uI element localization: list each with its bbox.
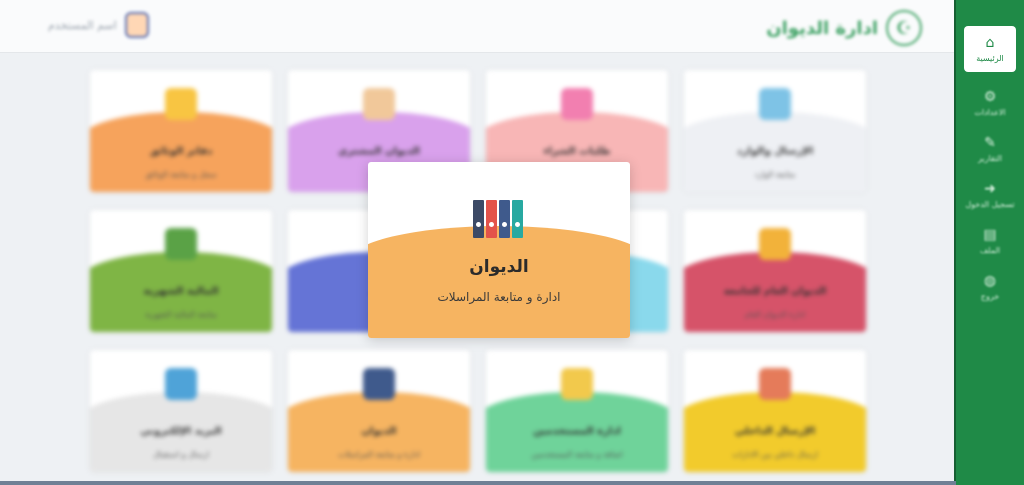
inbox-icon: [165, 368, 197, 400]
tile-subtitle: ادارة الديوان العام: [744, 310, 806, 319]
sidebar-item-settings[interactable]: ⚙ الاعدادات: [964, 80, 1016, 126]
diwan-card-popup[interactable]: الديوان ادارة و متابعة المراسلات: [368, 162, 630, 338]
cart-icon: [561, 88, 593, 120]
card-band: [368, 226, 630, 338]
tile-title: الديوان: [361, 426, 397, 437]
tile-title: الديوان العام للجامعة: [723, 286, 827, 297]
edit-icon: ✎: [984, 134, 996, 151]
bottom-bar: [0, 481, 956, 485]
binder: [512, 200, 523, 238]
clipboard-icon: [561, 368, 593, 400]
login-icon: ➜: [984, 180, 996, 197]
folder-icon: [165, 88, 197, 120]
tile-subtitle: سجل و متابعة الوثائق: [145, 170, 217, 179]
top-bar: ادارة الديوان ☪ اسم المستخدم: [0, 0, 956, 53]
tile-title: الديوان المشتري: [338, 146, 420, 157]
tile-subtitle: ادارة و متابعة المراسلات: [338, 450, 420, 459]
binders-icon: [363, 368, 395, 400]
sidebar: ⌂ الرئيسية ⚙ الاعدادات ✎ التقارير ➜ تسجي…: [954, 0, 1024, 485]
card-subtitle: ادارة و متابعة المراسلات: [437, 290, 561, 304]
tile-users[interactable]: ادارة المستخدمين اضافة و متابعة المستخدم…: [486, 350, 668, 472]
tile-diwan[interactable]: الديوان ادارة و متابعة المراسلات: [288, 350, 470, 472]
brand-text: ادارة الديوان: [766, 17, 878, 39]
tile-subtitle: اضافة و متابعة المستخدمين: [531, 450, 623, 459]
sidebar-item-reports[interactable]: ✎ التقارير: [964, 126, 1016, 172]
team-icon: [759, 228, 791, 260]
file-icon: ▤: [983, 226, 997, 243]
binders-icon: [473, 200, 523, 238]
avatar[interactable]: [124, 12, 149, 38]
user-name: اسم المستخدم: [48, 18, 117, 32]
binder: [486, 200, 497, 238]
sidebar-item-label: التقارير: [977, 153, 1003, 163]
money-icon: [165, 228, 197, 260]
tile-general-diwan[interactable]: الديوان العام للجامعة ادارة الديوان العا…: [684, 210, 866, 332]
tile-documents[interactable]: دفاتر الوثائق سجل و متابعة الوثائق: [90, 70, 272, 192]
settings-icon: ⚙: [983, 88, 997, 105]
tile-title: الإرسال والوارد: [736, 146, 814, 157]
tile-title: الإرسال الداخلي: [734, 426, 816, 437]
people-icon: [759, 368, 791, 400]
tile-internal[interactable]: الإرسال الداخلي ارسال داخلي بين الادارات: [684, 350, 866, 472]
sidebar-item-label: خروج: [980, 291, 1000, 301]
tile-email[interactable]: البريد الإلكتروني ارسال و استقبال: [90, 350, 272, 472]
tile-title: البريد الإلكتروني: [140, 426, 222, 437]
tile-subtitle: متابعة الوارد: [754, 170, 796, 179]
home-icon: ⌂: [985, 34, 995, 51]
sidebar-item-file[interactable]: ▤ الملف: [964, 218, 1016, 264]
brand-logo: ادارة الديوان ☪: [766, 10, 922, 46]
tile-title: ادارة المستخدمين: [533, 426, 621, 437]
tile-title: دفاتر الوثائق: [149, 146, 213, 157]
tile-subtitle: ارسال داخلي بين الادارات: [732, 450, 818, 459]
monitor-icon: [759, 88, 791, 120]
emblem-icon: ☪: [886, 10, 922, 46]
card-title: الديوان: [469, 257, 529, 277]
tile-title: طلبات الشراء: [543, 146, 611, 157]
tile-subtitle: ارسال و استقبال: [152, 450, 210, 459]
binder: [473, 200, 484, 238]
globe-icon: ◍: [983, 272, 997, 289]
sidebar-item-home[interactable]: ⌂ الرئيسية: [964, 26, 1016, 72]
tile-subtitle: متابعة المالية الشهرية: [145, 310, 217, 319]
person-icon: [363, 88, 395, 120]
binder: [499, 200, 510, 238]
sidebar-item-label: الرئيسية: [976, 53, 1004, 63]
user-menu[interactable]: اسم المستخدم: [48, 12, 149, 38]
tile-finance[interactable]: المالية الشهرية متابعة المالية الشهرية: [90, 210, 272, 332]
sidebar-item-label: الملف: [979, 245, 1001, 255]
tile-title: المالية الشهرية: [143, 286, 219, 297]
tile-incoming[interactable]: الإرسال والوارد متابعة الوارد: [684, 70, 866, 192]
sidebar-item-login[interactable]: ➜ تسجيل الدخول: [964, 172, 1016, 218]
sidebar-item-label: الاعدادات: [974, 107, 1006, 117]
sidebar-item-label: تسجيل الدخول: [965, 199, 1015, 209]
sidebar-item-logout[interactable]: ◍ خروج: [964, 264, 1016, 310]
